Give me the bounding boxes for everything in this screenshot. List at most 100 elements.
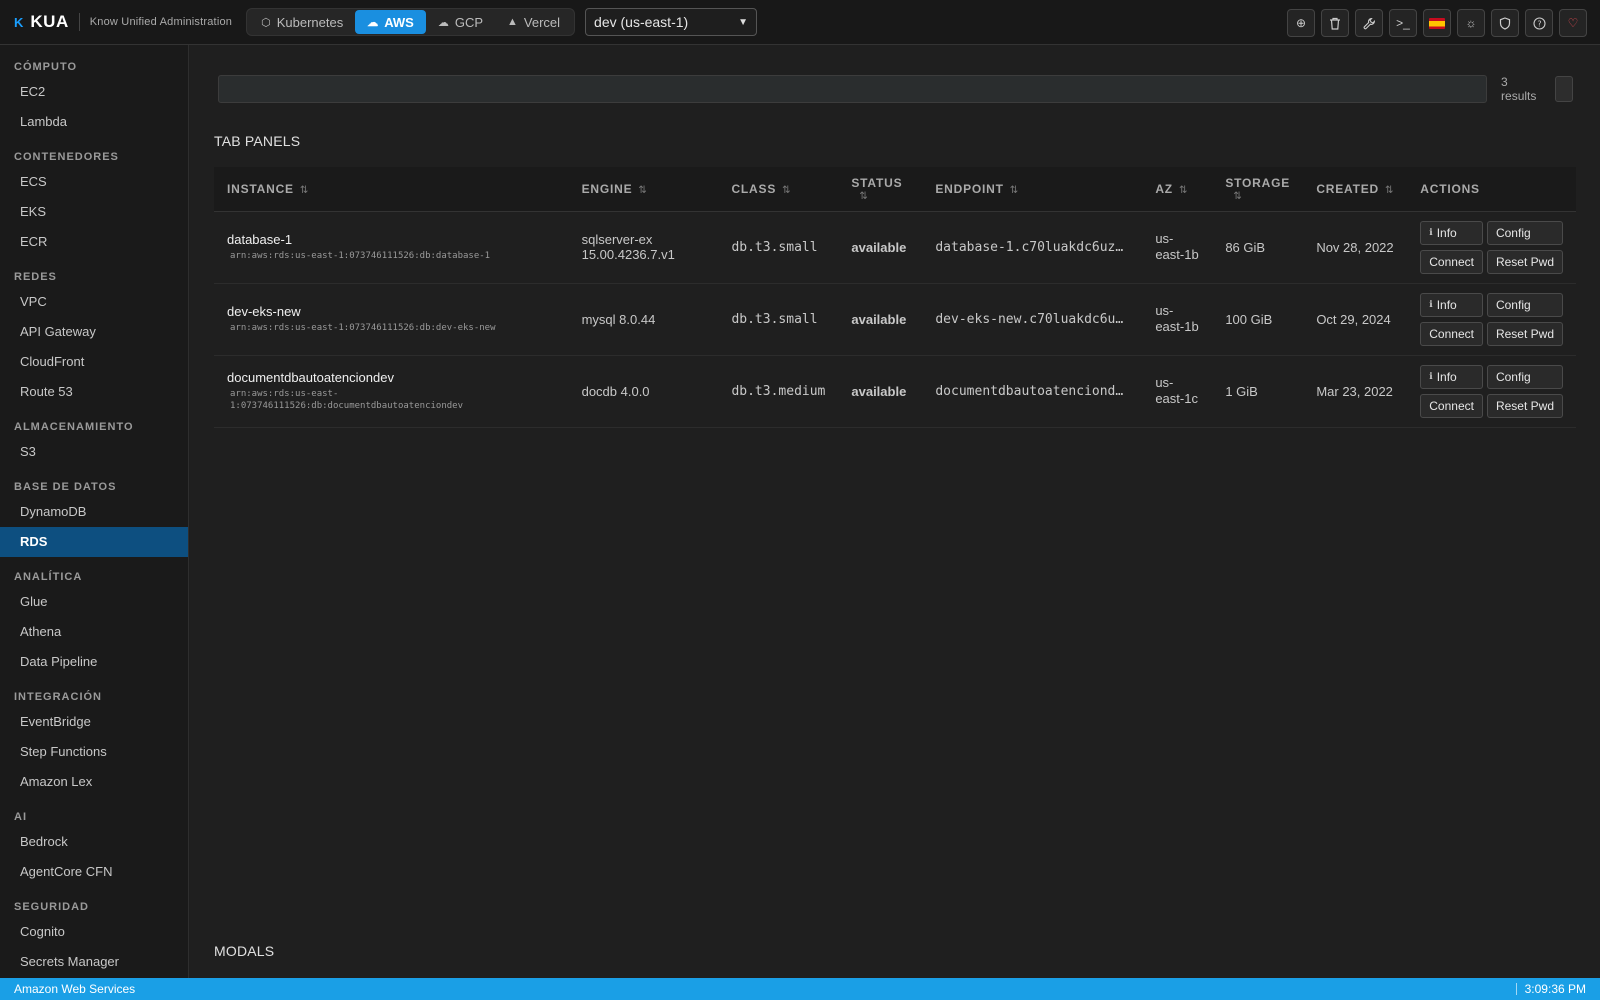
- sidebar-item-s3[interactable]: S3: [0, 437, 188, 467]
- col-engine[interactable]: ENGINE ⇅: [568, 167, 719, 212]
- sidebar-item-vpc[interactable]: VPC: [0, 287, 188, 317]
- sidebar-item-ec2[interactable]: EC2: [0, 77, 188, 107]
- status-badge: available: [838, 355, 923, 428]
- instance-name[interactable]: database-1: [227, 232, 556, 247]
- sort-icon[interactable]: ⇅: [1179, 185, 1188, 196]
- trash-icon[interactable]: [1321, 9, 1349, 37]
- sidebar-item-athena[interactable]: Athena: [0, 617, 188, 647]
- sidebar-item-api-gateway[interactable]: API Gateway: [0, 317, 188, 347]
- terminal-icon[interactable]: >_: [1389, 9, 1417, 37]
- status-provider: Amazon Web Services: [14, 982, 136, 996]
- info-button[interactable]: ℹ Info: [1420, 220, 1483, 245]
- sidebar-item-ecs[interactable]: ECS: [0, 167, 188, 197]
- spanish-flag-icon[interactable]: [1423, 9, 1451, 37]
- reset-password-button[interactable]: Reset Pwd: [1486, 321, 1563, 346]
- row-actions: ℹ Info Config Connect Reset Pwd: [1420, 364, 1563, 418]
- chevron-down-icon: ▼: [738, 16, 749, 28]
- cell-engine: mysql 8.0.44: [568, 283, 719, 356]
- cell-class: db.t3.small: [718, 211, 839, 284]
- cell-az: us-east-1c: [1142, 355, 1213, 428]
- instance-arn: arn:aws:rds:us-east-1:073746111526:db:do…: [230, 389, 463, 411]
- col-endpoint[interactable]: ENDPOINT ⇅: [922, 167, 1143, 212]
- endpoint-text[interactable]: documentdbautoatenciondev.c70luakdc6uz.u…: [935, 384, 1125, 399]
- col-class[interactable]: CLASS ⇅: [718, 167, 839, 212]
- sort-icon[interactable]: ⇅: [300, 185, 309, 196]
- triangle-icon: ▲: [507, 16, 518, 28]
- sidebar-item-amazon-lex[interactable]: Amazon Lex: [0, 767, 188, 797]
- sidebar-item-rds[interactable]: RDS: [0, 527, 188, 557]
- col-az[interactable]: AZ ⇅: [1142, 167, 1213, 212]
- search-input[interactable]: [218, 75, 1488, 103]
- cell-class: db.t3.medium: [718, 355, 839, 428]
- logo-icon: K: [14, 14, 24, 30]
- instance-name[interactable]: documentdbautoatenciondev: [227, 370, 556, 385]
- sidebar-item-step-functions[interactable]: Step Functions: [0, 737, 188, 767]
- connect-button[interactable]: Connect: [1420, 393, 1483, 418]
- cell-storage: 100 GiB: [1212, 283, 1304, 356]
- config-button[interactable]: Config: [1486, 292, 1563, 317]
- sidebar-item-route-53[interactable]: Route 53: [0, 377, 188, 407]
- reset-password-button[interactable]: Reset Pwd: [1486, 249, 1563, 274]
- config-button[interactable]: Config: [1486, 220, 1563, 245]
- sidebar-item-data-pipeline[interactable]: Data Pipeline: [0, 647, 188, 677]
- logo-divider: [78, 13, 80, 31]
- wrench-icon[interactable]: [1355, 9, 1383, 37]
- sort-icon[interactable]: ⇅: [638, 185, 647, 196]
- status-badge: available: [838, 283, 923, 356]
- instance-name[interactable]: dev-eks-new: [227, 304, 556, 319]
- sidebar-item-bedrock[interactable]: Bedrock: [0, 827, 188, 857]
- sidebar-item-agentcore-cfn[interactable]: AgentCore CFN: [0, 857, 188, 887]
- sidebar-item-cognito[interactable]: Cognito: [0, 917, 188, 947]
- provider-tab-kubernetes[interactable]: ⬡ Kubernetes: [249, 10, 355, 34]
- sort-icon[interactable]: ⇅: [782, 185, 791, 196]
- sidebar-item-eks[interactable]: EKS: [0, 197, 188, 227]
- environment-value: dev (us-east-1): [594, 14, 689, 30]
- shield-icon[interactable]: [1491, 9, 1519, 37]
- az-text: us-east-1c: [1155, 375, 1198, 406]
- cell-actions: ℹ Info Config Connect Reset Pwd: [1407, 283, 1576, 356]
- provider-tab-label: Vercel: [523, 14, 561, 30]
- sidebar-item-lambda[interactable]: Lambda: [0, 107, 188, 137]
- help-icon[interactable]: ?: [1525, 9, 1553, 37]
- provider-tab-vercel[interactable]: ▲ Vercel: [495, 10, 572, 34]
- search-options-button[interactable]: [1555, 76, 1573, 102]
- info-button[interactable]: ℹ Info: [1420, 364, 1483, 389]
- cell-engine: docdb 4.0.0: [568, 355, 719, 428]
- sidebar-item-dynamodb[interactable]: DynamoDB: [0, 497, 188, 527]
- sort-icon[interactable]: ⇅: [1010, 185, 1019, 196]
- info-icon: ℹ: [1429, 227, 1433, 237]
- config-button[interactable]: Config: [1486, 364, 1563, 389]
- endpoint-text[interactable]: dev-eks-new.c70luakdc6uz.us-east-1.rds.a…: [935, 312, 1125, 327]
- col-storage[interactable]: STORAGE ⇅: [1212, 167, 1304, 212]
- sun-icon[interactable]: ☼: [1457, 9, 1485, 37]
- sidebar-item-eventbridge[interactable]: EventBridge: [0, 707, 188, 737]
- connect-button[interactable]: Connect: [1420, 249, 1483, 274]
- provider-tabs: ⬡ Kubernetes ☁ AWS ☁ GCP ▲ Vercel: [246, 8, 576, 36]
- sidebar-item-ecr[interactable]: ECR: [0, 227, 188, 257]
- environment-select[interactable]: dev (us-east-1) ▼: [585, 8, 758, 36]
- plus-circle-icon[interactable]: ⊕: [1287, 9, 1315, 37]
- heart-icon[interactable]: ♡: [1559, 9, 1587, 37]
- sidebar-section-title: CÓMPUTO: [14, 61, 78, 73]
- provider-tab-gcp[interactable]: ☁ GCP: [426, 10, 495, 34]
- col-instance[interactable]: INSTANCE ⇅: [214, 167, 569, 212]
- sidebar-section-title: AI: [14, 811, 27, 823]
- reset-password-button[interactable]: Reset Pwd: [1486, 393, 1563, 418]
- info-button[interactable]: ℹ Info: [1420, 292, 1483, 317]
- sidebar-item-secrets-manager[interactable]: Secrets Manager: [0, 947, 188, 977]
- sort-icon[interactable]: ⇅: [1233, 191, 1290, 202]
- sidebar-section-title: SEGURIDAD: [14, 901, 90, 913]
- sidebar-section-title: INTEGRACIÓN: [14, 691, 102, 703]
- sidebar-section-title: ALMACENAMIENTO: [14, 421, 134, 433]
- sidebar-item-cloudfront[interactable]: CloudFront: [0, 347, 188, 377]
- sort-icon[interactable]: ⇅: [859, 191, 909, 202]
- sidebar-item-glue[interactable]: Glue: [0, 587, 188, 617]
- connect-button[interactable]: Connect: [1420, 321, 1483, 346]
- provider-tab-aws[interactable]: ☁ AWS: [355, 10, 426, 34]
- instance-arn: arn:aws:rds:us-east-1:073746111526:db:da…: [230, 251, 491, 261]
- endpoint-text[interactable]: database-1.c70luakdc6uz.us-east-1.rds.am…: [935, 240, 1125, 255]
- col-created[interactable]: CREATED ⇅: [1303, 167, 1408, 212]
- col-status[interactable]: STATUS ⇅: [838, 167, 923, 212]
- cell-actions: ℹ Info Config Connect Reset Pwd: [1407, 355, 1576, 428]
- sort-icon[interactable]: ⇅: [1385, 185, 1394, 196]
